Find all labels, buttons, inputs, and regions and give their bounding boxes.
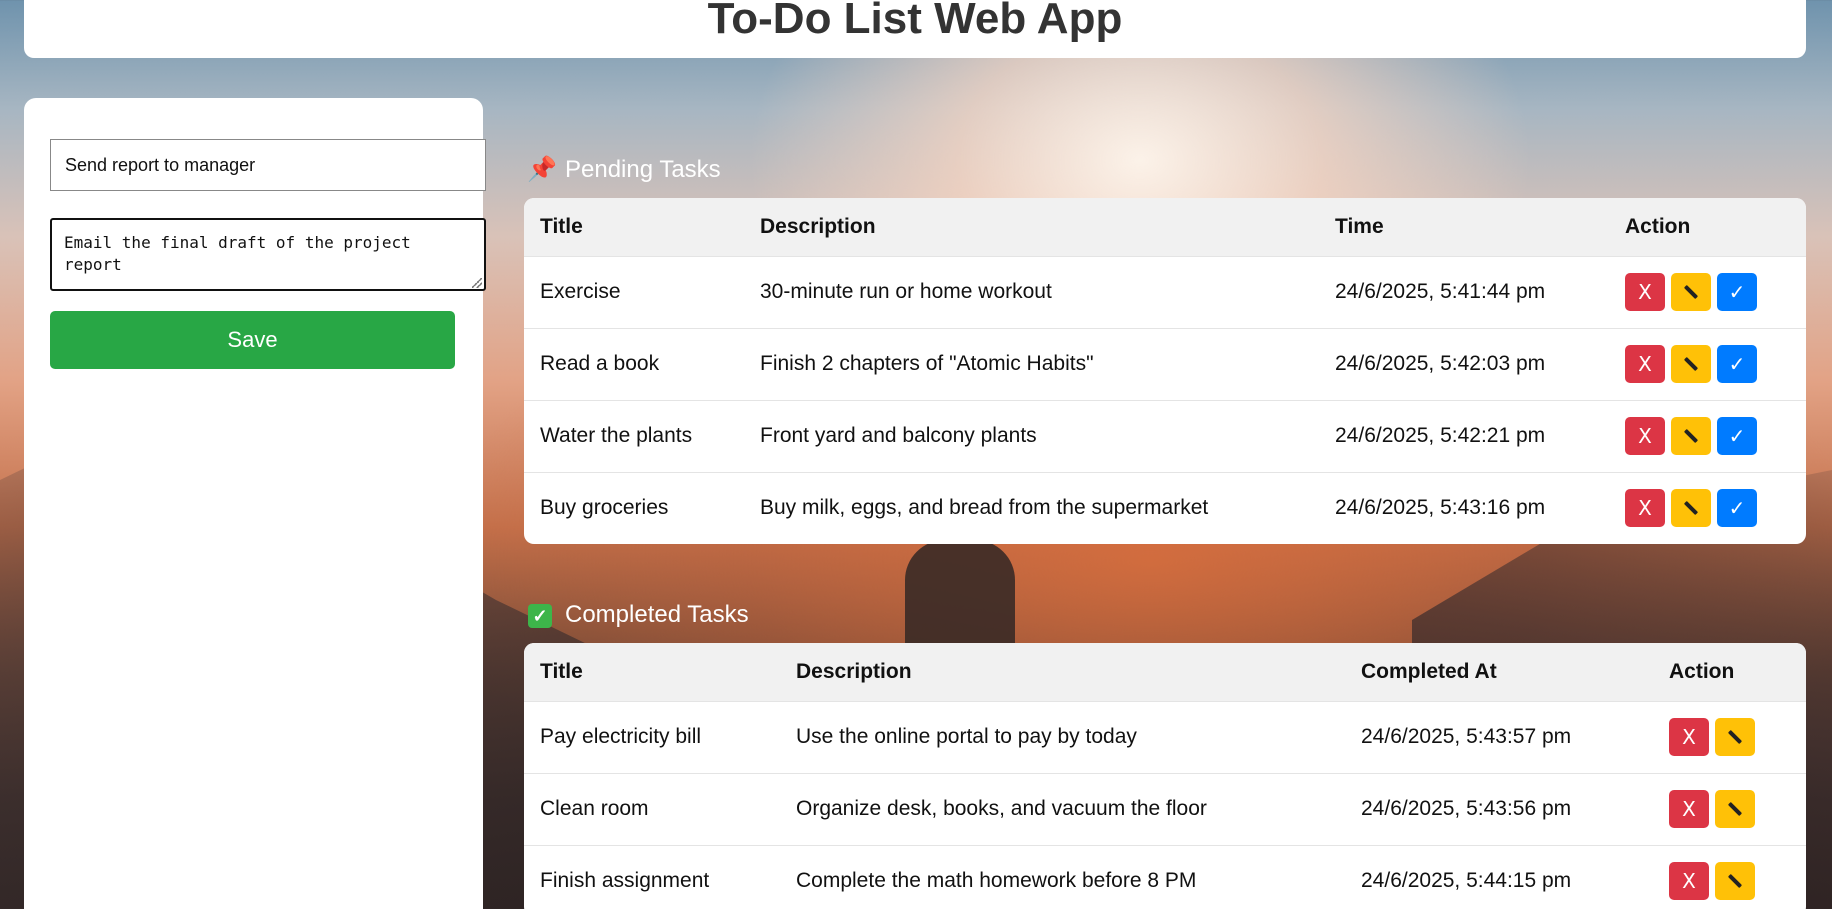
pencil-icon (1683, 501, 1699, 516)
column-header-title: Title (540, 214, 583, 238)
task-time: 24/6/2025, 5:43:56 pm (1361, 797, 1572, 820)
table-row: Exercise 30-minute run or home workout 24/… (524, 256, 1806, 328)
task-actions: X (1653, 773, 1806, 845)
table-row: Clean room Organize desk, books, and vacu… (524, 773, 1806, 845)
task-title: Clean room (540, 797, 649, 820)
pending-tasks-heading: 📌 Pending Tasks (527, 155, 721, 184)
completed-tasks-table-card: Title Description Completed At Action Pa… (524, 643, 1806, 909)
pencil-icon (1683, 356, 1699, 372)
column-header-title: Title (540, 659, 583, 683)
delete-button[interactable]: X (1625, 417, 1665, 455)
task-title: Buy groceries (540, 496, 669, 520)
task-time: 24/6/2025, 5:41:44 pm (1335, 280, 1546, 303)
edit-button[interactable] (1715, 862, 1755, 901)
pushpin-icon: 📌 (527, 156, 557, 183)
table-row: Water the plants Front yard and balcony p… (524, 400, 1806, 472)
column-header-description: Description (760, 214, 876, 238)
task-title: Finish assignment (540, 869, 710, 893)
complete-button[interactable]: ✓ (1717, 417, 1757, 455)
table-row: Read a book Finish 2 chapters of "Atomic … (524, 328, 1806, 400)
task-time: 24/6/2025, 5:44:15 pm (1361, 869, 1572, 893)
column-header-action: Action (1669, 659, 1735, 683)
task-title: Pay electricity bill (540, 725, 702, 748)
task-form-panel: Email the final draft of the project rep… (24, 98, 486, 909)
task-time: 24/6/2025, 5:43:57 pm (1361, 725, 1572, 748)
table-row: Buy groceries Buy milk, eggs, and bread f… (524, 472, 1806, 544)
task-title: Exercise (540, 280, 621, 303)
delete-button[interactable]: X (1669, 718, 1709, 756)
task-actions: X (1653, 701, 1806, 773)
pencil-icon (1683, 428, 1699, 444)
task-time: 24/6/2025, 5:42:03 pm (1335, 352, 1546, 375)
column-header-description: Description (796, 659, 912, 683)
edit-button[interactable] (1671, 417, 1711, 455)
task-actions: X ✓ (1609, 400, 1806, 472)
delete-button[interactable]: X (1669, 790, 1709, 828)
delete-button[interactable]: X (1625, 273, 1665, 311)
app-title: To-Do List Web App (707, 0, 1123, 43)
edit-button[interactable] (1715, 790, 1755, 828)
task-description: Buy milk, eggs, and bread from the super… (760, 496, 1209, 520)
column-header-completed-at: Completed At (1361, 659, 1497, 683)
textarea-resize-handle[interactable] (472, 278, 482, 288)
completed-tasks-label: Completed Tasks (565, 601, 749, 628)
table-header-row: Title Description Completed At Action (524, 643, 1806, 701)
task-description: 30-minute run or home workout (760, 280, 1052, 303)
task-description: Finish 2 chapters of "Atomic Habits" (760, 352, 1094, 375)
task-actions: X ✓ (1609, 472, 1806, 544)
check-box-icon: ✓ (528, 604, 552, 628)
column-header-action: Action (1625, 214, 1691, 238)
edit-button[interactable] (1671, 345, 1711, 383)
task-description-input[interactable]: Email the final draft of the project rep… (50, 218, 486, 291)
task-title: Water the plants (540, 424, 693, 447)
completed-tasks-table: Title Description Completed At Action Pa… (524, 643, 1806, 909)
completed-tasks-heading: ✓ Completed Tasks (527, 601, 749, 629)
save-button[interactable]: Save (50, 311, 455, 369)
task-actions: X ✓ (1609, 256, 1806, 328)
delete-button[interactable]: X (1669, 862, 1709, 901)
delete-button[interactable]: X (1625, 489, 1665, 528)
table-row: Pay electricity bill Use the online porta… (524, 701, 1806, 773)
task-description: Complete the math homework before 8 PM (796, 869, 1197, 893)
column-header-time: Time (1335, 214, 1384, 238)
pencil-icon (1683, 284, 1699, 300)
task-title-input[interactable] (50, 139, 486, 191)
task-time: 24/6/2025, 5:42:21 pm (1335, 424, 1546, 447)
table-row: Finish assignment Complete the math homew… (524, 845, 1806, 909)
edit-button[interactable] (1671, 489, 1711, 528)
task-actions: X ✓ (1609, 328, 1806, 400)
task-time: 24/6/2025, 5:43:16 pm (1335, 496, 1546, 520)
complete-button[interactable]: ✓ (1717, 489, 1757, 528)
app-header: To-Do List Web App (24, 0, 1806, 58)
task-description: Front yard and balcony plants (760, 424, 1037, 447)
complete-button[interactable]: ✓ (1717, 273, 1757, 311)
complete-button[interactable]: ✓ (1717, 345, 1757, 383)
task-description: Organize desk, books, and vacuum the flo… (796, 797, 1207, 820)
edit-button[interactable] (1671, 273, 1711, 311)
table-header-row: Title Description Time Action (524, 198, 1806, 256)
pending-tasks-table-card: Title Description Time Action Exercise 30… (524, 198, 1806, 544)
edit-button[interactable] (1715, 718, 1755, 756)
task-description: Use the online portal to pay by today (796, 725, 1137, 748)
delete-button[interactable]: X (1625, 345, 1665, 383)
task-actions: X (1653, 845, 1806, 909)
pending-tasks-table: Title Description Time Action Exercise 30… (524, 198, 1806, 544)
task-title: Read a book (540, 352, 660, 375)
background-silhouette (905, 540, 1015, 660)
pencil-icon (1727, 729, 1743, 745)
pencil-icon (1727, 874, 1743, 889)
pencil-icon (1727, 801, 1743, 817)
pending-tasks-label: Pending Tasks (565, 155, 721, 183)
